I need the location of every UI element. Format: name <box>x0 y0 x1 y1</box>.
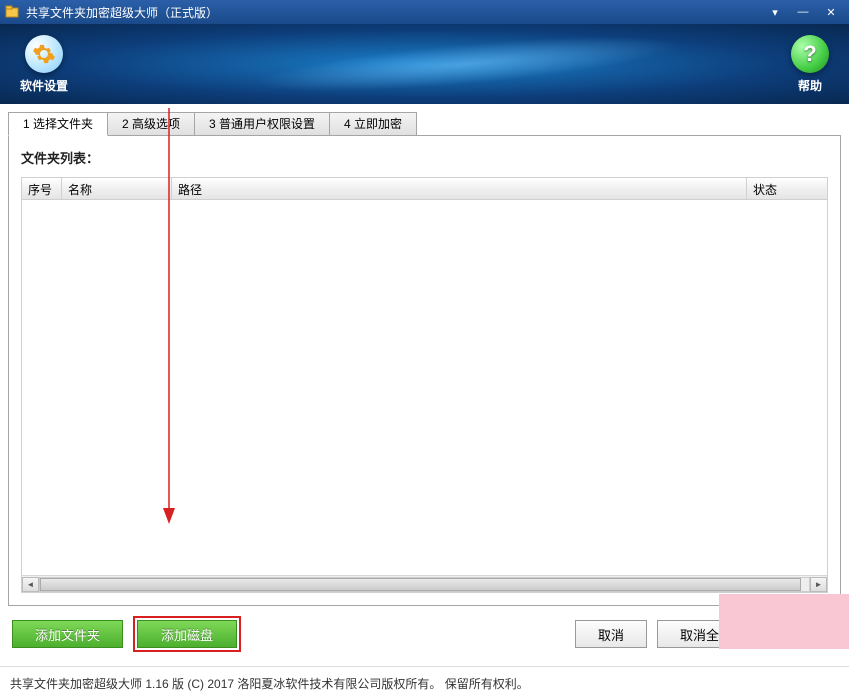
content-area: 1 选择文件夹 2 高级选项 3 普通用户权限设置 4 立即加密 文件夹列表： … <box>0 104 849 666</box>
watermark-block <box>719 594 849 649</box>
app-icon <box>4 4 20 20</box>
highlight-annotation: 添加磁盘 <box>133 616 241 652</box>
scroll-thumb[interactable] <box>40 578 801 591</box>
col-name[interactable]: 名称 <box>62 178 172 199</box>
table-body[interactable] <box>22 200 827 575</box>
scroll-left-icon[interactable]: ◄ <box>22 577 39 592</box>
col-seq[interactable]: 序号 <box>22 178 62 199</box>
titlebar: 共享文件夹加密超级大师（正式版） ▾ — ✕ <box>0 0 849 24</box>
settings-label: 软件设置 <box>20 77 68 94</box>
window-controls: ▾ — ✕ <box>761 3 845 21</box>
horizontal-scrollbar[interactable]: ◄ ► <box>22 575 827 592</box>
add-disk-button[interactable]: 添加磁盘 <box>137 620 237 648</box>
cancel-button[interactable]: 取消 <box>575 620 647 648</box>
tab-advanced-options[interactable]: 2 高级选项 <box>107 112 195 135</box>
button-row: 添加文件夹 添加磁盘 取消 取消全部 解密 <box>8 606 841 658</box>
scroll-right-icon[interactable]: ► <box>810 577 827 592</box>
add-folder-button[interactable]: 添加文件夹 <box>12 620 123 648</box>
tab-user-permissions[interactable]: 3 普通用户权限设置 <box>194 112 330 135</box>
header-band: 软件设置 ? 帮助 <box>0 24 849 104</box>
footer-text: 共享文件夹加密超级大师 1.16 版 (C) 2017 洛阳夏冰软件技术有限公司… <box>0 666 849 700</box>
titlebar-title: 共享文件夹加密超级大师（正式版） <box>26 4 218 21</box>
folder-list-label: 文件夹列表： <box>21 148 828 167</box>
help-icon: ? <box>791 35 829 73</box>
settings-button[interactable]: 软件设置 <box>20 35 68 94</box>
close-button[interactable]: ✕ <box>817 3 845 21</box>
tab-encrypt-now[interactable]: 4 立即加密 <box>329 112 417 135</box>
help-label: 帮助 <box>798 77 822 94</box>
scroll-track[interactable] <box>39 577 810 592</box>
col-path[interactable]: 路径 <box>172 178 747 199</box>
table-header: 序号 名称 路径 状态 <box>22 178 827 200</box>
tab-select-folder[interactable]: 1 选择文件夹 <box>8 112 108 136</box>
tab-content: 文件夹列表： 序号 名称 路径 状态 ◄ ► <box>8 136 841 606</box>
gear-icon <box>25 35 63 73</box>
folder-table: 序号 名称 路径 状态 ◄ ► <box>21 177 828 593</box>
minimize-button[interactable]: — <box>789 3 817 21</box>
help-button[interactable]: ? 帮助 <box>791 35 829 94</box>
col-status[interactable]: 状态 <box>747 178 827 199</box>
tab-bar: 1 选择文件夹 2 高级选项 3 普通用户权限设置 4 立即加密 <box>8 112 841 136</box>
dropdown-button[interactable]: ▾ <box>761 3 789 21</box>
